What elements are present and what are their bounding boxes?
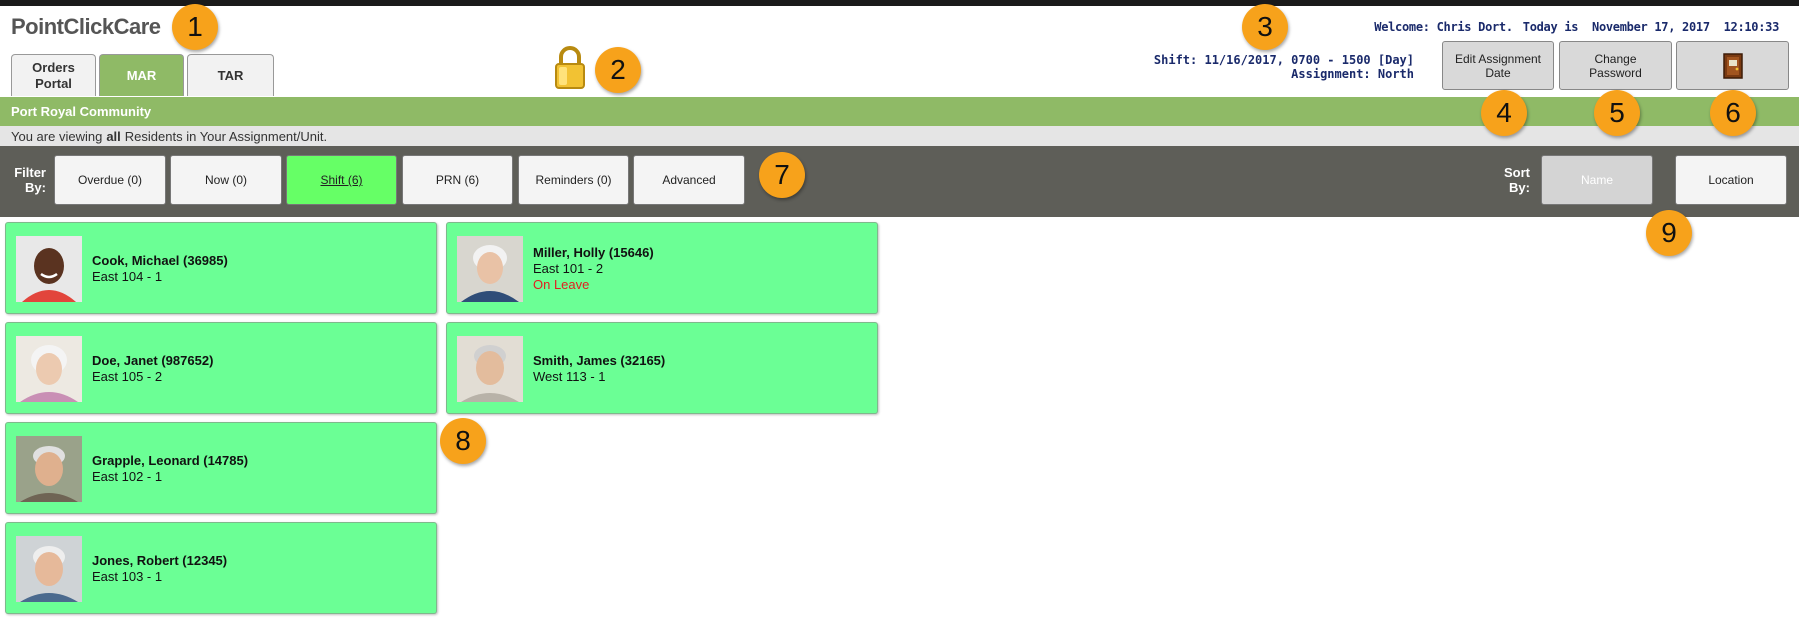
resident-room: East 105 - 2 [92, 369, 163, 384]
sort-by-name-button[interactable]: Name [1541, 155, 1653, 205]
filter-bar: Filter By: Overdue (0) Now (0) Shift (6)… [0, 146, 1799, 217]
facility-name: Port Royal Community [0, 97, 1799, 126]
lock-icon[interactable] [553, 44, 587, 90]
filter-reminders[interactable]: Reminders (0) [518, 155, 629, 205]
tab-orders-portal[interactable]: Orders Portal [11, 54, 96, 96]
viewing-scope-message: You are viewing all Residents in Your As… [0, 126, 1799, 146]
current-datetime: Today is November 17, 2017 12:10:33 [1522, 20, 1780, 34]
resident-photo [16, 436, 82, 502]
top-border [0, 0, 1799, 6]
tab-tar[interactable]: TAR [187, 54, 274, 96]
viewing-prefix: You are viewing [11, 128, 103, 144]
callout-9: 9 [1646, 210, 1692, 256]
callout-3: 3 [1242, 4, 1288, 50]
resident-name: Doe, Janet (987652) [92, 353, 214, 368]
resident-name: Smith, James (32165) [533, 353, 666, 368]
resident-name: Miller, Holly (15646) [533, 245, 654, 260]
resident-card[interactable]: Doe, Janet (987652) East 105 - 2 [5, 322, 437, 414]
resident-photo [16, 536, 82, 602]
resident-info: Cook, Michael (36985) East 104 - 1 [92, 253, 228, 285]
filter-overdue[interactable]: Overdue (0) [54, 155, 166, 205]
resident-name: Cook, Michael (36985) [92, 253, 228, 268]
resident-info: Doe, Janet (987652) East 105 - 2 [92, 353, 213, 385]
welcome-line: Welcome: Chris Dort. Today is November 17… [1364, 20, 1779, 34]
filter-shift[interactable]: Shift (6) [286, 155, 397, 205]
resident-room: East 104 - 1 [92, 269, 163, 284]
filter-prn[interactable]: PRN (6) [402, 155, 513, 205]
callout-4: 4 [1481, 90, 1527, 136]
resident-name: Jones, Robert (12345) [92, 553, 228, 568]
edit-assignment-date-button[interactable]: Edit Assignment Date [1442, 41, 1554, 90]
callout-8: 8 [440, 418, 486, 464]
resident-room: East 101 - 2 [533, 261, 604, 276]
sort-by-location-button[interactable]: Location [1675, 155, 1787, 205]
resident-photo [457, 336, 523, 402]
resident-room: East 102 - 1 [92, 469, 163, 484]
filter-label: Filter By: [14, 165, 46, 195]
filter-now[interactable]: Now (0) [170, 155, 282, 205]
pointclickcare-logo: PointClickCare [11, 14, 161, 39]
callout-2: 2 [595, 47, 641, 93]
resident-photo [16, 336, 82, 402]
callout-7: 7 [759, 152, 805, 198]
resident-info: Jones, Robert (12345) East 103 - 1 [92, 553, 227, 585]
viewing-scope: all [106, 128, 121, 144]
resident-card[interactable]: Miller, Holly (15646) East 101 - 2 On Le… [446, 222, 878, 314]
exit-door-icon [1722, 52, 1743, 79]
resident-room: West 113 - 1 [533, 369, 606, 384]
assignment-text: Assignment: North [1291, 67, 1414, 81]
module-tabs: Orders Portal MAR TAR [11, 54, 274, 96]
resident-status-on-leave: On Leave [533, 277, 590, 292]
resident-name: Grapple, Leonard (14785) [92, 453, 249, 468]
resident-card[interactable]: Grapple, Leonard (14785) East 102 - 1 [5, 422, 437, 514]
resident-photo [16, 236, 82, 302]
welcome-text: Welcome: Chris Dort. [1374, 20, 1513, 34]
callout-1: 1 [172, 4, 218, 50]
tab-mar[interactable]: MAR [99, 54, 184, 96]
callout-5: 5 [1594, 90, 1640, 136]
filter-advanced[interactable]: Advanced [633, 155, 745, 205]
shift-info: Shift: 11/16/2017, 0700 - 1500 [Day] Ass… [1154, 53, 1414, 81]
change-password-button[interactable]: Change Password [1559, 41, 1672, 90]
resident-info: Grapple, Leonard (14785) East 102 - 1 [92, 453, 248, 485]
resident-card[interactable]: Smith, James (32165) West 113 - 1 [446, 322, 878, 414]
shift-text: Shift: 11/16/2017, 0700 - 1500 [Day] [1153, 53, 1414, 67]
resident-photo [457, 236, 523, 302]
resident-card[interactable]: Jones, Robert (12345) East 103 - 1 [5, 522, 437, 614]
resident-card[interactable]: Cook, Michael (36985) East 104 - 1 [5, 222, 437, 314]
sort-label: Sort By: [1504, 165, 1530, 195]
exit-button[interactable] [1676, 41, 1789, 90]
callout-6: 6 [1710, 90, 1756, 136]
resident-room: East 103 - 1 [92, 569, 163, 584]
viewing-suffix: Residents in Your Assignment/Unit. [124, 128, 328, 144]
resident-info: Miller, Holly (15646) East 101 - 2 On Le… [533, 245, 654, 293]
resident-info: Smith, James (32165) West 113 - 1 [533, 353, 665, 385]
